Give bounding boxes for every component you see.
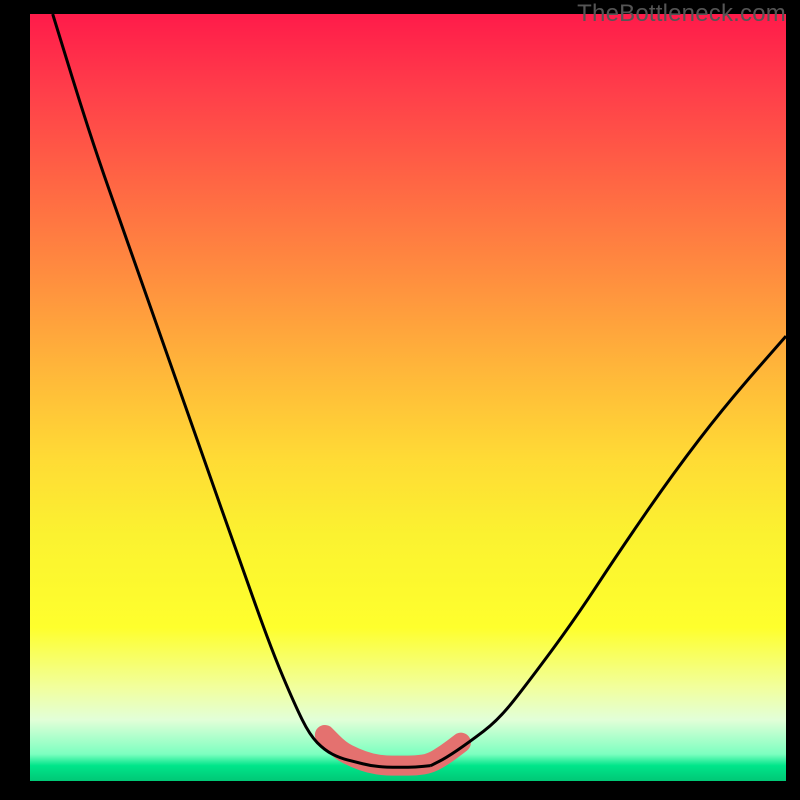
chart-frame: TheBottleneck.com — [0, 0, 800, 800]
chart-plot-area — [30, 14, 786, 781]
watermark-text: TheBottleneck.com — [577, 0, 786, 28]
right-curve-path — [431, 336, 786, 766]
chart-svg — [30, 14, 786, 781]
left-curve-path — [53, 14, 431, 767]
